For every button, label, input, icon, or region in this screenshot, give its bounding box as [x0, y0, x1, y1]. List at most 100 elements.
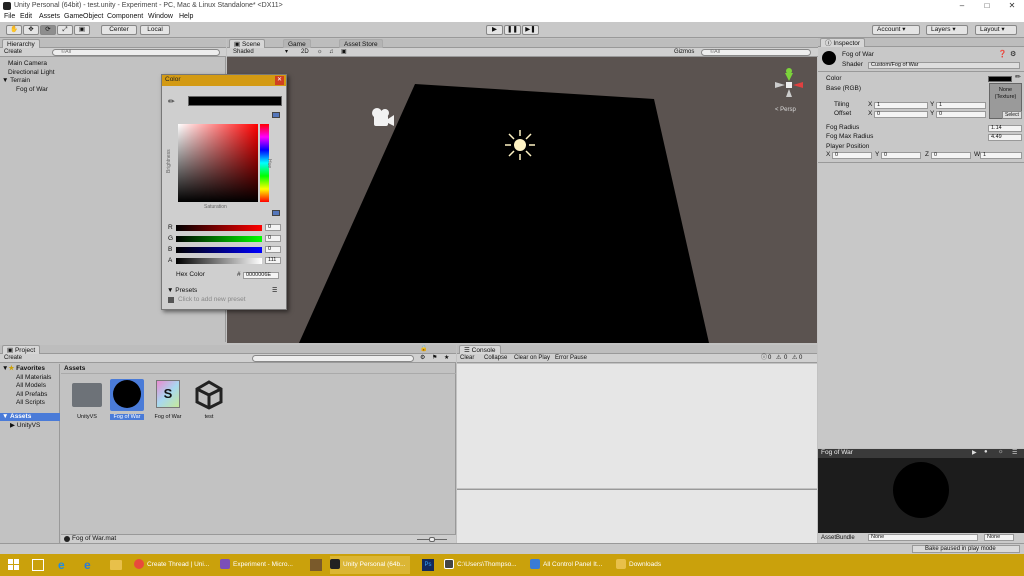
menu-assets[interactable]: Assets	[39, 12, 60, 22]
play-button[interactable]: ▶	[486, 25, 503, 35]
eyedropper-icon[interactable]: ✏	[168, 97, 175, 106]
favorite-all-models[interactable]: All Models	[16, 382, 46, 390]
asset-tile-unityvs[interactable]: UnityVS	[70, 379, 104, 421]
taskbar-control-panel[interactable]: All Control Panel It...	[530, 556, 610, 574]
slider-mode-toggle-icon[interactable]	[272, 210, 280, 216]
channel-b-slider[interactable]	[176, 247, 262, 253]
menu-gameobject[interactable]: GameObject	[64, 12, 103, 22]
offset-x-field[interactable]: 0	[874, 111, 928, 118]
tab-scene[interactable]: ▣ Scene	[229, 39, 266, 48]
favorite-all-materials[interactable]: All Materials	[16, 374, 51, 382]
preview-light-icon[interactable]: ☼	[998, 449, 1004, 455]
assetbundle-dropdown[interactable]: None	[868, 534, 978, 541]
move-tool-icon[interactable]: ✥	[23, 25, 39, 35]
preview-play-icon[interactable]: ▶	[972, 449, 977, 456]
tiling-x-field[interactable]: 1	[874, 102, 928, 109]
settings-gear-icon[interactable]: ⚙	[1010, 50, 1016, 58]
player-pos-y-field[interactable]: 0	[881, 152, 921, 159]
close-button[interactable]: ✕	[1000, 0, 1024, 12]
menu-edit[interactable]: Edit	[20, 12, 32, 22]
hierarchy-search-input[interactable]: ©All	[52, 49, 220, 56]
fog-max-radius-field[interactable]: 4.49	[988, 134, 1022, 141]
orientation-gizmo-icon[interactable]	[775, 68, 803, 97]
add-preset-hint[interactable]: Click to add new preset	[178, 296, 246, 304]
presets-menu-icon[interactable]: ☰	[272, 287, 277, 294]
filter-type-icon[interactable]: ⚙	[420, 354, 425, 361]
scale-tool-icon[interactable]: ⤢	[57, 25, 73, 35]
tab-game[interactable]: Game	[283, 39, 311, 48]
minimize-button[interactable]: –	[950, 0, 974, 12]
channel-a-field[interactable]: 111	[265, 257, 281, 264]
taskbar-visual-studio[interactable]: Experiment - Micro...	[220, 556, 300, 574]
channel-g-slider[interactable]	[176, 236, 262, 242]
tab-inspector[interactable]: ⓘ Inspector	[820, 38, 866, 47]
console-clear-on-play-button[interactable]: Clear on Play	[514, 354, 550, 362]
tab-console[interactable]: ☰ Console	[459, 345, 501, 354]
taskbar-downloads[interactable]: Downloads	[616, 556, 686, 574]
texture-select-button[interactable]: Select	[1002, 111, 1022, 119]
player-pos-x-field[interactable]: 0	[832, 152, 872, 159]
hand-tool-icon[interactable]: ✋	[6, 25, 22, 35]
favorite-star-icon[interactable]: ★	[444, 354, 449, 361]
gizmos-dropdown[interactable]: Gizmos	[674, 48, 694, 56]
color-mode-toggle-icon[interactable]	[272, 112, 280, 118]
menu-file[interactable]: File	[4, 12, 15, 22]
task-view-icon[interactable]	[32, 559, 44, 571]
channel-r-slider[interactable]	[176, 225, 262, 231]
tiling-y-field[interactable]: 1	[936, 102, 986, 109]
fog-radius-field[interactable]: 1.14	[988, 125, 1022, 132]
assets-root[interactable]: ▼ Assets	[0, 413, 60, 421]
tab-asset-store[interactable]: Asset Store	[339, 39, 383, 48]
shader-dropdown[interactable]: Custom/Fog of War	[868, 62, 1020, 69]
offset-y-field[interactable]: 0	[936, 111, 986, 118]
asset-tile-fog-material[interactable]: Fog of War	[110, 379, 144, 421]
hierarchy-item-fog-of-war[interactable]: Fog of War	[16, 86, 48, 94]
help-icon[interactable]: ❓	[998, 50, 1007, 58]
tab-project[interactable]: ▣ Project	[2, 345, 41, 354]
account-dropdown[interactable]: Account ▾	[872, 25, 920, 35]
preview-mesh-icon[interactable]: ●	[984, 449, 988, 455]
minecraft-icon[interactable]	[310, 559, 322, 571]
color-picker-close-icon[interactable]: ✕	[275, 76, 284, 85]
favorites-header[interactable]: ▼★ Favorites	[2, 365, 45, 373]
console-collapse-button[interactable]: Collapse	[484, 354, 507, 362]
rotate-tool-icon[interactable]: ⟳	[40, 25, 56, 35]
menu-window[interactable]: Window	[148, 12, 173, 22]
error-count-icon[interactable]: ⚠	[792, 354, 797, 362]
ie-browser-icon[interactable]: e	[84, 558, 91, 572]
channel-r-field[interactable]: 0	[265, 224, 281, 231]
photoshop-icon[interactable]: Ps	[422, 559, 434, 571]
layers-dropdown[interactable]: Layers ▾	[926, 25, 968, 35]
preview-menu-icon[interactable]: ☰	[1012, 449, 1017, 456]
pivot-center-button[interactable]: Center	[101, 25, 137, 35]
color-property-swatch[interactable]	[988, 76, 1012, 82]
audio-toggle-icon[interactable]: ♫	[329, 48, 334, 56]
channel-a-slider[interactable]	[176, 258, 262, 264]
tab-hierarchy[interactable]: Hierarchy	[2, 39, 40, 48]
shading-mode-dropdown[interactable]: Shaded	[233, 48, 254, 56]
channel-g-field[interactable]: 0	[265, 235, 281, 242]
assetbundle-variant-dropdown[interactable]: None	[984, 534, 1014, 541]
pivot-local-button[interactable]: Local	[140, 25, 170, 35]
windows-start-icon[interactable]	[8, 559, 20, 571]
favorite-all-scripts[interactable]: All Scripts	[16, 399, 45, 407]
project-create-button[interactable]: Create	[4, 354, 22, 362]
console-log-area[interactable]	[457, 364, 817, 488]
project-search-input[interactable]	[252, 355, 414, 362]
scene-2d-toggle[interactable]: 2D	[301, 48, 309, 56]
asset-tile-test-scene[interactable]: test	[192, 379, 226, 421]
taskbar-unity[interactable]: Unity Personal (64b...	[330, 556, 410, 574]
info-count-icon[interactable]: ⓘ	[761, 354, 767, 362]
hierarchy-item-terrain[interactable]: ▼ Terrain	[2, 77, 30, 85]
layout-dropdown[interactable]: Layout ▾	[975, 25, 1017, 35]
menu-help[interactable]: Help	[179, 12, 193, 22]
step-button[interactable]: ▶❚	[522, 25, 539, 35]
file-explorer-icon[interactable]	[110, 560, 122, 570]
color-eyedropper-icon[interactable]: ✏	[1015, 73, 1021, 81]
taskbar-chrome[interactable]: Create Thread | Uni...	[134, 556, 214, 574]
rect-tool-icon[interactable]: ▣	[74, 25, 90, 35]
favorite-all-prefabs[interactable]: All Prefabs	[16, 391, 47, 399]
menu-component[interactable]: Component	[107, 12, 143, 22]
lighting-toggle-icon[interactable]: ☼	[317, 48, 323, 56]
filter-label-icon[interactable]: ⚑	[432, 354, 437, 361]
